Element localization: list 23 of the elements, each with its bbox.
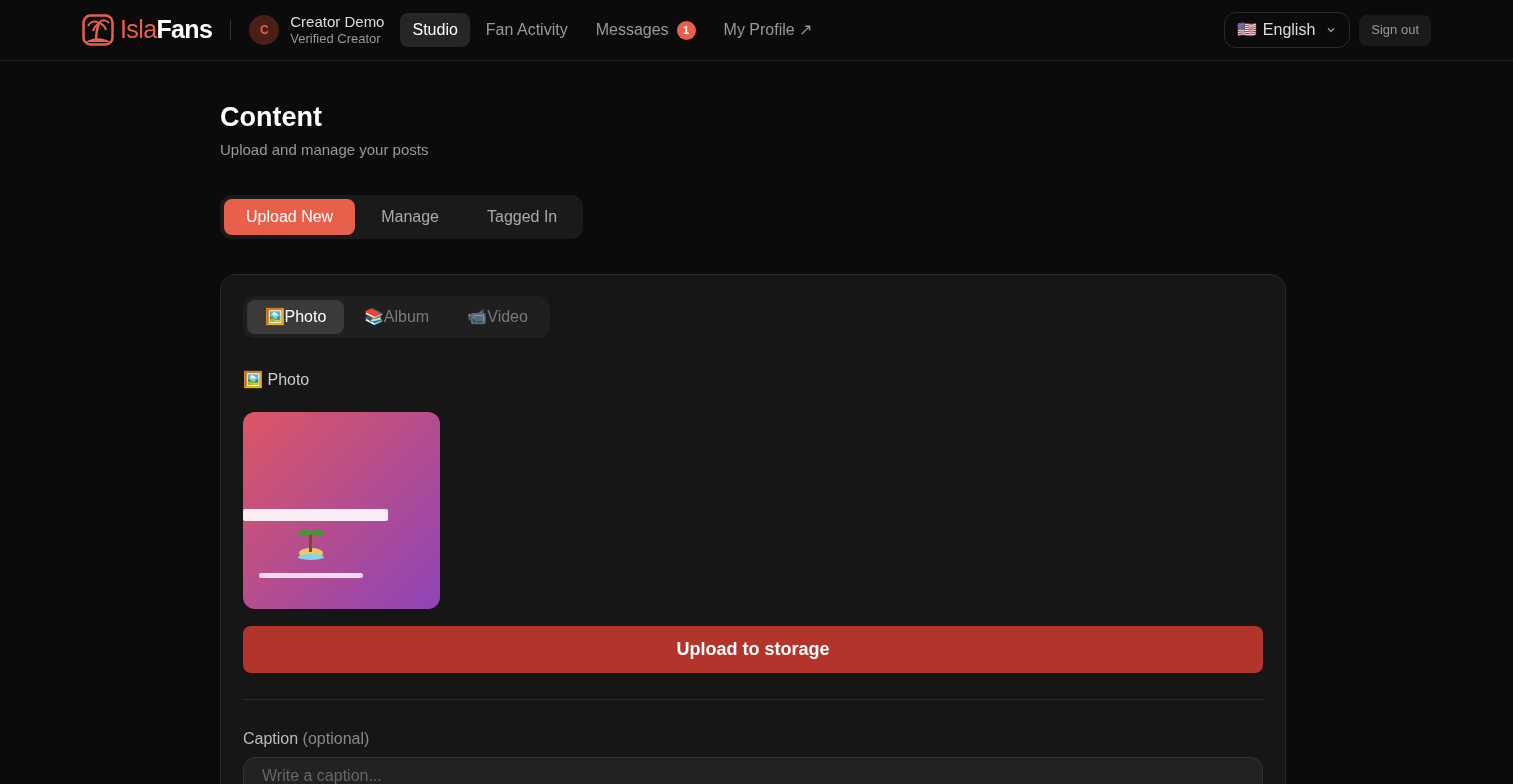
tab[interactable]: Tagged In (465, 199, 580, 236)
sign-out-button[interactable]: Sign out (1359, 14, 1431, 46)
tab[interactable]: Manage (359, 199, 461, 236)
caption-label: Caption (optional) (243, 729, 371, 750)
palm-tree-logo-icon (82, 14, 114, 46)
media-type-tab[interactable]: 🖼Photo (247, 300, 344, 335)
user-name: Creator Demo (290, 12, 385, 32)
media-type-tab[interactable]: 📚Album (347, 300, 446, 335)
unread-badge: 1 (676, 20, 696, 40)
caption-field[interactable]: Write a caption... (243, 757, 1263, 784)
user-role: Verified Creator (290, 31, 382, 48)
brand-name: IslaFans (120, 14, 213, 46)
page-subtitle: Upload and manage your posts (220, 139, 430, 160)
nav-link[interactable]: Messages 1 (583, 13, 708, 47)
section-label: 🖼 Photo (243, 369, 311, 391)
nav-link[interactable]: My Profile ↗ (711, 13, 825, 47)
language-dropdown[interactable]: 🇺🇸 English (1223, 12, 1351, 48)
avatar: C (249, 15, 280, 45)
nav-link[interactable]: Fan Activity (473, 13, 580, 47)
page-title: Content (220, 101, 323, 134)
upload-button[interactable]: Upload to storage (243, 626, 1263, 674)
media-type-tab[interactable]: 📹Video (449, 300, 546, 335)
nav-link[interactable]: Studio (400, 13, 470, 47)
